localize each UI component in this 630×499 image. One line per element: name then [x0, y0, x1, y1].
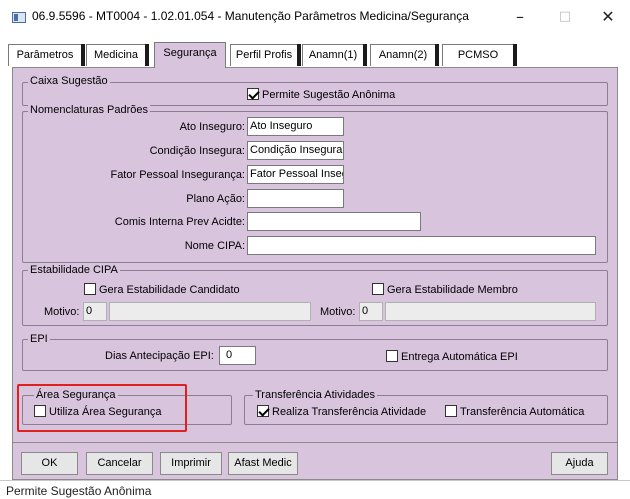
tab-parametros[interactable]: Parâmetros	[8, 44, 85, 66]
condicao-insegura-label: Condição Insegura:	[149, 145, 245, 157]
close-button[interactable]: ✕	[588, 4, 628, 30]
checkbox-label: Transferência Automática	[460, 406, 585, 418]
comis-interna-label: Comis Interna Prev Acidte:	[114, 216, 245, 228]
app-icon	[12, 12, 26, 23]
condicao-insegura-input[interactable]: Condição Insegura	[247, 141, 344, 160]
tab-label: Medicina	[93, 49, 139, 61]
checkbox-box	[84, 283, 96, 295]
afast-medic-button[interactable]: Afast Medic	[228, 452, 298, 475]
ajuda-button[interactable]: Ajuda	[551, 452, 608, 475]
nome-cipa-input[interactable]	[247, 236, 596, 255]
motivo-label-1: Motivo:	[44, 306, 80, 318]
tab-divider	[435, 44, 439, 66]
checkbox-label: Entrega Automática EPI	[401, 351, 518, 363]
fator-pessoal-input[interactable]: Fator Pessoal Inseg	[247, 165, 344, 184]
dias-antecipacao-label: Dias Antecipação EPI:	[105, 350, 214, 362]
highlight-box	[17, 384, 187, 432]
epi-title: EPI	[28, 333, 50, 345]
tab-divider	[297, 44, 301, 66]
caixa-sugestao-title: Caixa Sugestão	[28, 75, 110, 87]
tab-divider	[363, 44, 367, 66]
checkbox-label: Gera Estabilidade Membro	[387, 284, 518, 296]
tab-label: Parâmetros	[16, 49, 74, 61]
tab-pcmso[interactable]: PCMSO	[442, 44, 517, 66]
checkbox-box	[257, 405, 269, 417]
tab-perfil-profis[interactable]: Perfil Profis	[230, 44, 301, 66]
tab-label: Anamn(2)	[378, 49, 428, 61]
tab-seguranca[interactable]: Segurança	[154, 42, 226, 68]
motivo-description-1	[109, 302, 311, 321]
plano-acao-label: Plano Ação:	[186, 193, 245, 205]
maximize-button[interactable]: □	[545, 4, 585, 30]
minimize-button[interactable]: –	[500, 4, 540, 30]
motivo-code-2[interactable]: 0	[359, 302, 383, 321]
window-title: 06.9.5596 - MT0004 - 1.02.01.054 - Manut…	[32, 9, 469, 23]
tab-label: PCMSO	[457, 49, 499, 61]
gera-estabilidade-candidato-checkbox[interactable]: Gera Estabilidade Candidato	[84, 283, 240, 296]
cancelar-button[interactable]: Cancelar	[86, 452, 153, 475]
checkbox-label: Permite Sugestão Anônima	[262, 89, 396, 101]
plano-acao-input[interactable]	[247, 189, 344, 208]
status-text: Permite Sugestão Anônima	[6, 484, 152, 498]
fator-pessoal-label: Fator Pessoal Insegurança:	[110, 169, 245, 181]
ato-inseguro-input[interactable]: Ato Inseguro	[247, 117, 344, 136]
motivo-label-2: Motivo:	[320, 306, 356, 318]
checkbox-box	[445, 405, 457, 417]
checkbox-box	[247, 88, 259, 100]
transferencia-automatica-checkbox[interactable]: Transferência Automática	[445, 405, 584, 418]
comis-interna-input[interactable]	[247, 212, 421, 231]
imprimir-button[interactable]: Imprimir	[160, 452, 222, 475]
tab-anamn2[interactable]: Anamn(2)	[370, 44, 439, 66]
motivo-code-1[interactable]: 0	[83, 302, 107, 321]
tab-anamn1[interactable]: Anamn(1)	[302, 44, 367, 66]
gera-estabilidade-membro-checkbox[interactable]: Gera Estabilidade Membro	[372, 283, 518, 296]
estabilidade-title: Estabilidade CIPA	[28, 264, 120, 276]
tab-divider	[513, 44, 517, 66]
entrega-automatica-epi-checkbox[interactable]: Entrega Automática EPI	[386, 350, 518, 363]
ok-button[interactable]: OK	[21, 452, 78, 475]
tab-divider	[81, 44, 85, 66]
dias-antecipacao-input[interactable]: 0	[219, 346, 256, 365]
checkbox-box	[372, 283, 384, 295]
checkbox-label: Realiza Transferência Atividade	[272, 406, 427, 418]
checkbox-label: Gera Estabilidade Candidato	[99, 284, 240, 296]
ato-inseguro-label: Ato Inseguro:	[179, 121, 245, 133]
tab-label: Perfil Profis	[235, 49, 293, 61]
tab-medicina[interactable]: Medicina	[86, 44, 149, 66]
transferencia-title: Transferência Atividades	[253, 389, 378, 401]
nomenclaturas-title: Nomenclaturas Padrões	[28, 104, 151, 116]
tab-label: Anamn(1)	[308, 49, 358, 61]
tab-divider	[145, 44, 149, 66]
permite-sugestao-checkbox[interactable]: Permite Sugestão Anônima	[247, 88, 395, 101]
motivo-description-2	[385, 302, 596, 321]
checkbox-box	[386, 350, 398, 362]
tab-label: Segurança	[163, 47, 217, 59]
realiza-transferencia-checkbox[interactable]: Realiza Transferência Atividade	[257, 405, 426, 418]
nome-cipa-label: Nome CIPA:	[184, 240, 245, 252]
